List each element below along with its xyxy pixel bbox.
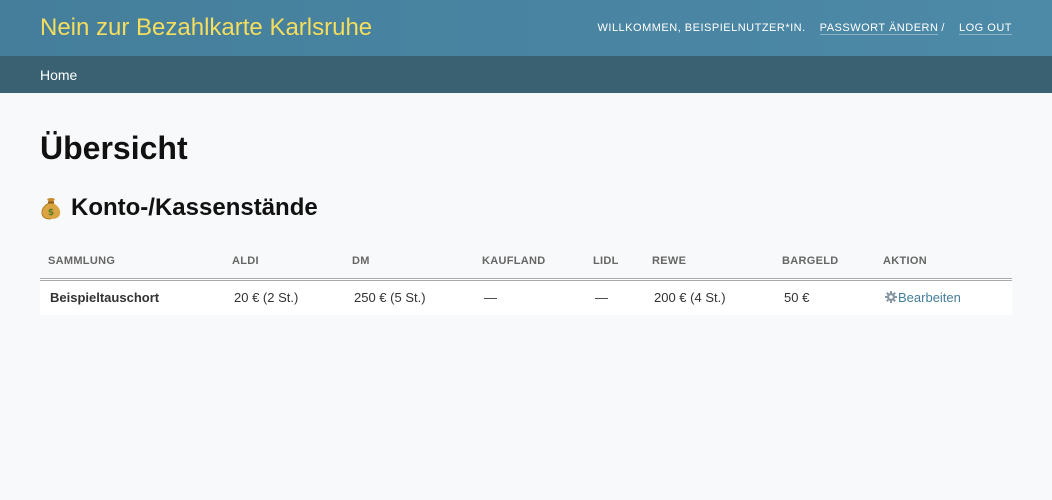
edit-button-label: Bearbeiten: [898, 289, 961, 305]
cell-sammlung: Beispieltauschort: [40, 279, 224, 315]
column-header-rewe[interactable]: Rewe: [644, 253, 774, 281]
column-header-sammlung[interactable]: Sammlung: [40, 253, 224, 281]
edit-button[interactable]: Bearbeiten: [885, 290, 961, 305]
table-header-row: Sammlung Aldi DM Kaufland Lidl Rewe Barg…: [40, 253, 1012, 281]
breadcrumb: Home: [0, 56, 1052, 93]
user-tools: Willkommen, Beispielnutzer*in. Passwort …: [597, 22, 1012, 35]
cell-dm: 250 € (5 St.): [344, 279, 474, 315]
column-header-aktion: Aktion: [875, 253, 1012, 281]
column-header-bargeld[interactable]: Bargeld: [774, 253, 875, 281]
main-content: Übersicht $ Konto-/Kassenstände Sammlung…: [0, 129, 1052, 315]
logout-link[interactable]: Log out: [958, 22, 1012, 35]
section-title-text: Konto-/Kassenstände: [71, 194, 318, 221]
table-row: Beispieltauschort 20 € (2 St.) 250 € (5 …: [40, 279, 1012, 315]
svg-text:$: $: [48, 208, 54, 218]
breadcrumb-home[interactable]: Home: [40, 67, 77, 83]
site-branding[interactable]: Nein zur Bezahlkarte Karlsruhe: [40, 14, 372, 42]
cell-aktion: Bearbeiten: [875, 279, 1012, 315]
cell-kaufland: —: [474, 279, 585, 315]
cell-lidl: —: [585, 279, 644, 315]
section-title: $ Konto-/Kassenstände: [40, 193, 1012, 223]
gear-icon: [885, 291, 897, 303]
money-bag-icon: $: [40, 196, 62, 220]
welcome-text: Willkommen,: [597, 22, 682, 34]
cell-bargeld: 50 €: [774, 279, 875, 315]
column-header-lidl[interactable]: Lidl: [585, 253, 644, 281]
cell-aldi: 20 € (2 St.): [224, 279, 344, 315]
page-title: Übersicht: [40, 130, 188, 166]
username: Beispielnutzer*in.: [684, 22, 806, 34]
balances-table: Sammlung Aldi DM Kaufland Lidl Rewe Barg…: [40, 253, 1012, 315]
column-header-dm[interactable]: DM: [344, 253, 474, 281]
column-header-kaufland[interactable]: Kaufland: [474, 253, 585, 281]
header-bar: Nein zur Bezahlkarte Karlsruhe Willkomme…: [0, 0, 1052, 56]
change-password-link[interactable]: Passwort ändern: [819, 22, 939, 35]
cell-rewe: 200 € (4 St.): [644, 279, 774, 315]
separator: /: [941, 22, 945, 34]
column-header-aldi[interactable]: Aldi: [224, 253, 344, 281]
